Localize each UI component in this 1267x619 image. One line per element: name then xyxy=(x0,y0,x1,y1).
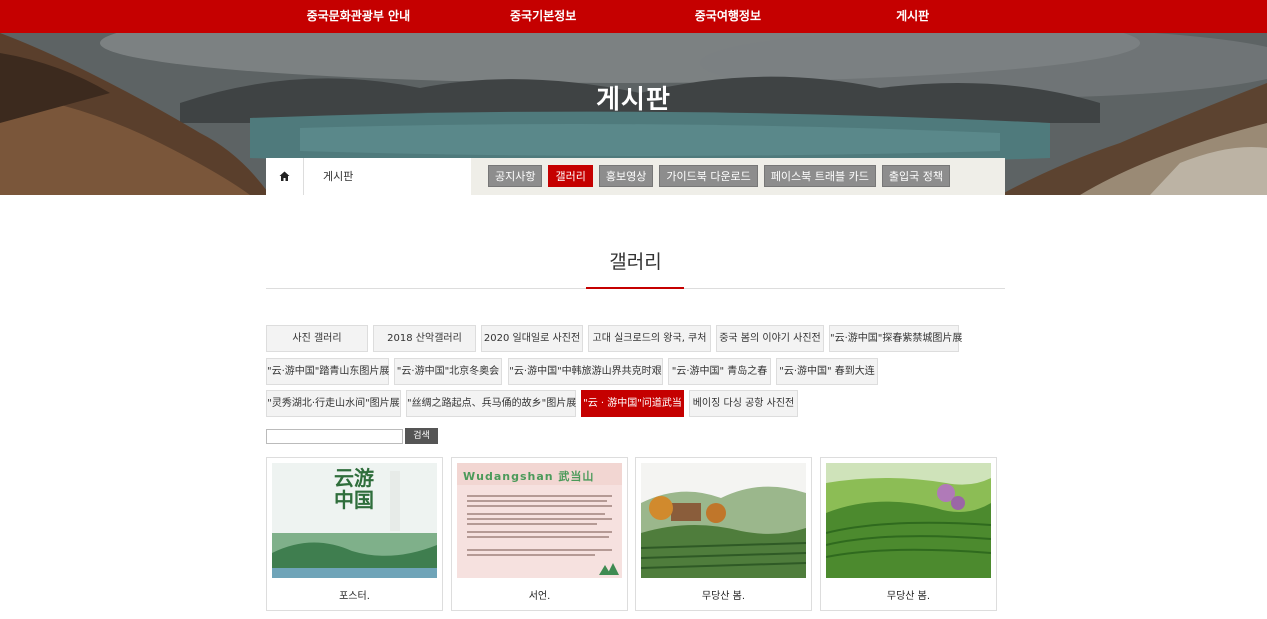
category-2018-mountain[interactable]: 2018 산악갤러리 xyxy=(373,325,476,352)
section-title: 갤러리 xyxy=(609,251,662,273)
tab-promo-video[interactable]: 홍보영상 xyxy=(598,165,654,187)
category-forbidden-city[interactable]: "云·游中国"探春紫禁城图片展 xyxy=(829,325,962,352)
tab-guidebook-download[interactable]: 가이드북 다운로드 xyxy=(659,165,758,187)
tab-immigration-policy[interactable]: 출입국 정책 xyxy=(881,165,950,187)
category-china-spring[interactable]: 중국 봄의 이야기 사진전 xyxy=(716,325,824,352)
category-hubei[interactable]: "灵秀湖北·行走山水间"图片展 xyxy=(266,390,401,417)
gallery-thumbnail-wudang-spring-2 xyxy=(826,463,991,578)
tab-gallery[interactable]: 갤러리 xyxy=(548,165,593,187)
search-button[interactable]: 검색 xyxy=(405,428,438,444)
category-china-korea-mountains[interactable]: "云·游中国"中韩旅游山界共克时艰 xyxy=(508,358,663,385)
preface-title: Wudangshan 武当山 xyxy=(463,470,595,483)
gallery-caption: 포스터. xyxy=(339,591,370,602)
tab-facebook-travel-card[interactable]: 페이스북 트래블 카드 xyxy=(763,165,876,187)
category-beijing-winter-olympics[interactable]: "云·游中国"北京冬奥会 xyxy=(394,358,502,385)
gallery-card[interactable]: Wudangshan 武当山 서언. xyxy=(451,457,628,611)
gallery-thumbnail-wudang-spring-1 xyxy=(641,463,806,578)
board-tabs: 공지사항 갤러리 홍보영상 가이드북 다운로드 페이스북 트래블 카드 출입국 … xyxy=(488,165,950,187)
category-photo-gallery[interactable]: 사진 갤러리 xyxy=(266,325,368,352)
top-navigation: 중국문화관광부 안내 중국기본정보 중국여행정보 게시판 xyxy=(0,0,1267,33)
home-button[interactable] xyxy=(266,158,304,195)
category-daxing-airport[interactable]: 베이징 다싱 공항 사진전 xyxy=(689,390,798,417)
breadcrumb-current: 게시판 xyxy=(304,158,471,195)
top-menu: 중국문화관광부 안내 중국기본정보 중국여행정보 게시판 xyxy=(266,0,1005,33)
home-icon xyxy=(279,171,290,181)
nav-item-board[interactable]: 게시판 xyxy=(820,0,1005,33)
category-kucha[interactable]: 고대 실크로드의 왕국, 쿠처 xyxy=(588,325,711,352)
gallery-caption: 서언. xyxy=(528,591,551,602)
nav-item-basic-info[interactable]: 중국기본정보 xyxy=(451,0,636,33)
hero-title: 게시판 xyxy=(596,85,671,115)
tab-notice[interactable]: 공지사항 xyxy=(488,165,543,187)
category-silk-road-terracotta[interactable]: "丝绸之路起点、兵马俑的故乡"图片展 xyxy=(406,390,576,417)
poster-calligraphy: 云游中国 xyxy=(334,466,374,512)
search-input[interactable] xyxy=(266,429,403,444)
category-shandong[interactable]: "云·游中国"踏青山东图片展 xyxy=(266,358,389,385)
section-divider-accent xyxy=(586,287,684,289)
gallery-card[interactable]: 云游中国 포스터. xyxy=(266,457,443,611)
category-dalian-spring[interactable]: "云·游中国" 春到大连 xyxy=(776,358,878,385)
gallery-thumbnail-poster: 云游中国 xyxy=(272,463,437,578)
nav-item-culture-tourism[interactable]: 중국문화관광부 안내 xyxy=(266,0,451,33)
gallery-card[interactable]: 무당산 봄. xyxy=(635,457,812,611)
category-2020-belt-road[interactable]: 2020 일대일로 사진전 xyxy=(481,325,583,352)
gallery-caption: 무당산 봄. xyxy=(701,591,746,602)
gallery-card[interactable]: 무당산 봄. xyxy=(820,457,997,611)
gallery-thumbnail-preface: Wudangshan 武当山 xyxy=(457,463,622,578)
nav-item-travel-info[interactable]: 중국여행정보 xyxy=(636,0,821,33)
category-qingdao-spring[interactable]: "云·游中国" 青岛之春 xyxy=(668,358,771,385)
gallery-caption: 무당산 봄. xyxy=(886,591,931,602)
sub-navigation-bar: 게시판 공지사항 갤러리 홍보영상 가이드북 다운로드 페이스북 트래블 카드 … xyxy=(266,158,1005,195)
category-wudang[interactable]: "云 · 游中国"问道武当 xyxy=(581,390,684,417)
